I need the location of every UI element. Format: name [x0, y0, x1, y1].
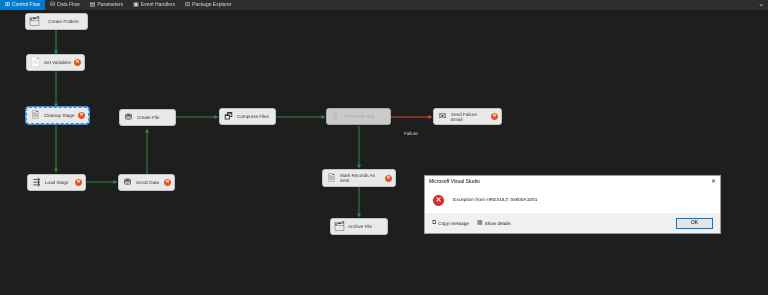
- task-compress-files[interactable]: 🗗 Compress Files: [219, 108, 276, 125]
- tab-control-flow[interactable]: ⊞ Control Flow: [0, 0, 46, 10]
- task-label: Create Folders: [48, 19, 79, 24]
- tab-label: Control Flow: [12, 2, 41, 8]
- show-details-button[interactable]: ▦ Show details: [477, 220, 511, 226]
- execute-sql-task-icon: 🗎: [31, 110, 40, 120]
- data-flow-icon: ⛁: [50, 2, 56, 8]
- details-icon: ▦: [476, 220, 483, 226]
- task-send-failure-email[interactable]: ✉ Send Failure Email ✕: [433, 108, 502, 125]
- task-label: Send Failure Email: [451, 111, 478, 122]
- tab-parameters[interactable]: ▤ Parameters: [85, 0, 129, 10]
- file-system-task-icon: 🗂: [28, 16, 41, 26]
- tab-label: Package Explorer: [192, 2, 232, 8]
- task-label: Compress Files: [237, 114, 269, 119]
- error-icon: ✕: [74, 59, 81, 66]
- script-task-icon: 📄: [29, 57, 42, 67]
- task-label: Scrub Data: [136, 180, 159, 185]
- failure-link-label: Failure: [404, 131, 418, 136]
- error-icon: ✕: [385, 174, 392, 182]
- dialog-title: Microsoft Visual Studio: [429, 178, 480, 185]
- dialog-titlebar: Microsoft Visual Studio ✕: [425, 176, 720, 187]
- dialog-message: Exception from HRESULT: 0x800A1001: [453, 197, 538, 203]
- tab-data-flow[interactable]: ⛁ Data Flow: [45, 0, 85, 10]
- execute-sql-task-icon: ⛃: [123, 177, 132, 187]
- ftp-task-icon: ⇪: [331, 111, 340, 121]
- execute-sql-task-icon: 🗎: [327, 172, 336, 183]
- task-ftp-push[interactable]: ⇪ FTP Push Task: [326, 108, 391, 125]
- dialog-footer: ⧉ Copy message ▦ Show details OK: [425, 213, 720, 233]
- task-create-folders[interactable]: 🗂 Create Folders: [25, 13, 88, 30]
- error-icon: ✕: [78, 112, 85, 119]
- dialog-body: ✕ Exception from HRESULT: 0x800A1001: [425, 187, 720, 213]
- task-label: FTP Push Task: [344, 114, 375, 119]
- control-flow-canvas[interactable]: Failure 🗂 Create Folders 📄 Set Variables…: [0, 10, 768, 295]
- error-icon: ✕: [75, 179, 82, 186]
- error-dialog: Microsoft Visual Studio ✕ ✕ Exception fr…: [424, 175, 721, 234]
- chevron-down-icon[interactable]: ⌄: [758, 1, 764, 9]
- event-handlers-icon: ▣: [133, 2, 139, 8]
- task-label: Mark Records As Sent: [340, 173, 375, 183]
- tab-event-handlers[interactable]: ▣ Event Handlers: [128, 0, 180, 10]
- copy-icon: ⧉: [432, 220, 437, 226]
- file-system-task-icon: 🗂: [333, 221, 346, 231]
- task-label: Set Variables: [44, 60, 71, 65]
- task-label: Load Stage: [45, 180, 69, 185]
- control-flow-icon: ⊞: [5, 2, 11, 8]
- task-scrub-data[interactable]: ⛃ Scrub Data ✕: [118, 174, 175, 191]
- tab-label: Parameters: [97, 2, 124, 8]
- data-flow-task-icon: ⇶: [32, 177, 41, 187]
- task-label: Archive File: [348, 224, 372, 229]
- tab-label: Event Handlers: [140, 2, 176, 8]
- tab-label: Data Flow: [57, 2, 80, 8]
- tab-package-explorer[interactable]: ⊟ Package Explorer: [180, 0, 237, 10]
- task-cleanup-stage[interactable]: 🗎 Cleanup Stage ✕: [26, 107, 89, 124]
- task-label: Cleanup Stage: [44, 113, 75, 118]
- task-mark-records-as-sent[interactable]: 🗎 Mark Records As Sent ✕: [322, 169, 396, 187]
- precedence-constraints: [54, 30, 433, 218]
- parameters-icon: ▤: [89, 2, 96, 8]
- process-task-icon: 🗗: [224, 111, 233, 121]
- send-mail-task-icon: ✉: [438, 111, 447, 121]
- ok-button[interactable]: OK: [676, 217, 713, 229]
- close-icon[interactable]: ✕: [711, 178, 716, 185]
- task-load-stage[interactable]: ⇶ Load Stage ✕: [27, 174, 86, 191]
- task-set-variables[interactable]: 📄 Set Variables ✕: [26, 54, 85, 71]
- copy-message-button[interactable]: ⧉ Copy message: [432, 220, 469, 226]
- error-icon: ✕: [164, 179, 171, 186]
- show-details-label: Show details: [484, 220, 511, 226]
- package-explorer-icon: ⊟: [185, 2, 191, 8]
- error-icon: ✕: [491, 113, 498, 120]
- task-archive-file[interactable]: 🗂 Archive File: [330, 218, 388, 235]
- error-icon: ✕: [433, 194, 444, 206]
- task-create-file[interactable]: ⛃ Create File: [119, 109, 176, 126]
- copy-message-label: Copy message: [438, 220, 469, 226]
- designer-tab-bar: ⊞ Control Flow ⛁ Data Flow ▤ Parameters …: [0, 0, 768, 10]
- data-flow-task-icon: ⛃: [124, 112, 133, 122]
- task-label: Create File: [137, 115, 160, 120]
